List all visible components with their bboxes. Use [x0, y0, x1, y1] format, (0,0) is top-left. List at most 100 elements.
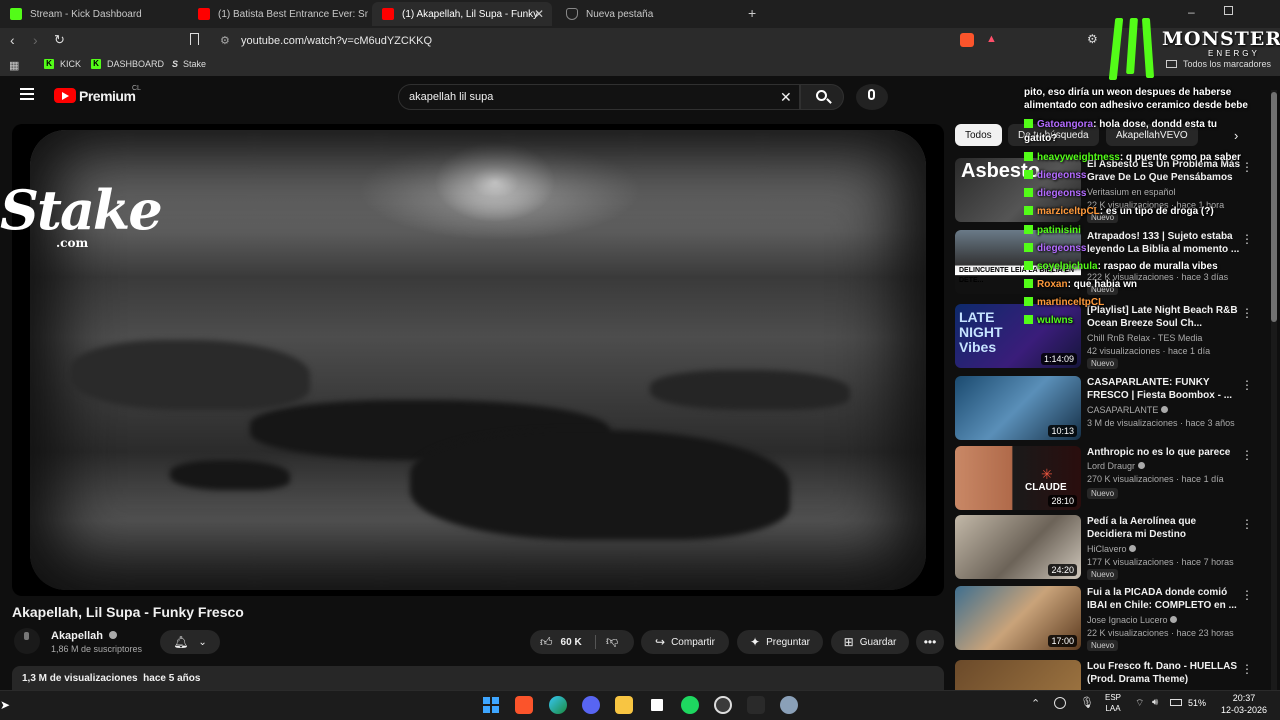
youtube-favicon-icon: [198, 8, 210, 20]
settings-gear-icon[interactable]: [780, 696, 798, 714]
clear-search-icon[interactable]: ✕: [780, 89, 792, 106]
rec-meta: 42 visualizaciones · hace 1 día: [1087, 346, 1211, 356]
file-explorer-icon[interactable]: [615, 696, 633, 714]
bookmark-icon[interactable]: [190, 33, 199, 45]
obs-icon[interactable]: [714, 696, 732, 714]
voice-search-button[interactable]: [856, 84, 888, 110]
chip-all[interactable]: Todos: [955, 124, 1002, 146]
more-vertical-icon[interactable]: ⋮: [1241, 306, 1253, 320]
rec-channel-text: HiClavero: [1087, 544, 1127, 554]
notifications-button[interactable]: 🔔︎ ⌄: [160, 630, 220, 654]
channel-avatar[interactable]: [14, 628, 40, 654]
apps-grid-icon[interactable]: ▦: [9, 59, 19, 72]
monster-claw-logo: [1104, 16, 1160, 80]
recommendation-item[interactable]: 24:20 Pedí a la Aerolínea que Decidiera …: [955, 515, 1267, 580]
battery-icon[interactable]: [1170, 699, 1182, 706]
recommendation-item[interactable]: Lou Fresco ft. Dano - HUELLAS (Prod. Dra…: [955, 660, 1267, 690]
chat-line: heavyweightness: q puente como pa saber: [1024, 152, 1241, 164]
site-settings-icon[interactable]: ⚙: [220, 34, 230, 47]
all-bookmarks[interactable]: Todos los marcadores: [1166, 59, 1271, 69]
rec-meta: 270 K visualizaciones · hace 1 día: [1087, 474, 1224, 484]
youtube-logo-icon[interactable]: [54, 88, 76, 103]
more-vertical-icon[interactable]: ⋮: [1241, 232, 1253, 246]
recommendation-item[interactable]: 17:00 Fui a la PICADA donde comió IBAI e…: [955, 586, 1267, 651]
chat-text: pito, eso diría un weon despues de haber…: [1024, 87, 1232, 98]
bookmark-dashboard[interactable]: K DASHBOARD: [91, 59, 164, 69]
reload-icon[interactable]: ↻: [54, 32, 65, 48]
extensions-icon[interactable]: ⚙: [1087, 32, 1098, 46]
kick-badge-icon: [1024, 152, 1033, 161]
tab-batista[interactable]: (1) Batista Best Entrance Ever: Smackd: [188, 2, 368, 26]
more-vertical-icon[interactable]: ⋮: [1241, 448, 1253, 462]
save-button[interactable]: ⊞ Guardar: [831, 630, 909, 654]
stake-logo: Stake .com: [0, 180, 163, 250]
maximize-icon[interactable]: [1224, 6, 1233, 15]
chat-line: gatito?: [1024, 133, 1057, 145]
language-indicator[interactable]: ESP LAA: [1102, 692, 1124, 714]
bookmark-kick[interactable]: K KICK: [44, 59, 81, 69]
scrollbar-thumb[interactable]: [1271, 92, 1277, 322]
tab-new[interactable]: Nueva pestaña: [556, 2, 736, 26]
more-actions-button[interactable]: •••: [916, 630, 944, 654]
edge-browser-icon[interactable]: [549, 696, 567, 714]
address-bar[interactable]: ⚙ youtube.com/watch?v=cM6udYZCKKQ: [212, 30, 1008, 52]
more-vertical-icon[interactable]: ⋮: [1241, 160, 1253, 174]
recommendation-item[interactable]: 10:13 CASAPARLANTE: FUNKY FRESCO | Fiest…: [955, 376, 1267, 440]
recommendation-item[interactable]: LATE NIGHT Vibes 1:14:09 [Playlist] Late…: [955, 304, 1267, 369]
taskbar-clock[interactable]: 20:37 12-03-2026: [1214, 692, 1274, 716]
duration-label: 28:10: [1048, 495, 1077, 507]
minimize-icon[interactable]: –: [1188, 5, 1195, 19]
chat-line: soyelpichula: raspao de muralla vibes: [1024, 261, 1218, 273]
chat-user: diegeonss: [1037, 170, 1087, 181]
spotify-icon[interactable]: [681, 696, 699, 714]
chevron-up-icon[interactable]: ⌃: [1031, 697, 1040, 710]
app-icon[interactable]: [747, 696, 765, 714]
chat-user: martinceltpCL: [1037, 297, 1105, 308]
kick-badge-icon: [1024, 279, 1033, 288]
start-pane: [492, 706, 499, 713]
chat-user: Gatoangora: [1037, 119, 1094, 130]
more-vertical-icon[interactable]: ⋮: [1241, 517, 1253, 531]
kick-badge-icon: [1024, 119, 1033, 128]
rec-title: Lou Fresco ft. Dano - HUELLAS (Prod. Dra…: [1087, 661, 1237, 685]
discord-icon[interactable]: [582, 696, 600, 714]
menu-icon[interactable]: [20, 88, 34, 100]
share-button[interactable]: ↪ Compartir: [641, 630, 729, 654]
like-button[interactable]: 👍︎ 60 K: [540, 635, 582, 650]
rec-title: Pedí a la Aerolínea que Decidiera mi Des…: [1087, 516, 1197, 540]
more-vertical-icon[interactable]: ⋮: [1241, 378, 1253, 392]
chat-user: patinisini: [1037, 225, 1081, 236]
recommendation-item[interactable]: ✳ CLAUDE 28:10 Anthropic no es lo que pa…: [955, 446, 1267, 510]
rock-shape: [70, 340, 310, 410]
thumbs-down-icon[interactable]: 👎︎: [606, 634, 618, 649]
new-tab-plus-icon[interactable]: +: [748, 5, 756, 21]
more-vertical-icon[interactable]: ⋮: [1241, 662, 1253, 676]
claw-stroke: [1108, 18, 1124, 80]
wifi-icon[interactable]: ⌔: [1135, 697, 1144, 710]
close-tab-icon[interactable]: ✕: [534, 7, 544, 21]
windows-start-icon[interactable]: [482, 696, 500, 714]
tab-kick-dashboard[interactable]: Stream - Kick Dashboard: [0, 2, 192, 26]
tab-akapellah[interactable]: (1) Akapellah, Lil Supa - Funky ✕: [372, 2, 552, 26]
forward-icon[interactable]: ›: [33, 32, 38, 48]
verified-icon: [109, 631, 118, 639]
clock-date: 12-03-2026: [1220, 705, 1268, 715]
chat-text: : raspao de muralla vibes: [1097, 261, 1218, 272]
more-vertical-icon[interactable]: ⋮: [1241, 588, 1253, 602]
search-input[interactable]: akapellah lil supa ✕: [398, 84, 800, 110]
bookmark-stake[interactable]: S Stake: [172, 59, 206, 69]
kick-badge-icon: [1024, 297, 1033, 306]
channel-name[interactable]: Akapellah: [51, 630, 118, 642]
description-box[interactable]: 1,3 M de visualizaciones hace 5 años: [12, 666, 944, 690]
media-player-icon[interactable]: [648, 696, 666, 714]
chat-user: soyelpichula: [1037, 261, 1098, 272]
volume-icon[interactable]: 🔊︎: [1152, 697, 1158, 708]
search-button[interactable]: [800, 84, 844, 110]
avatar-figure: [24, 632, 29, 640]
tray-app-icon[interactable]: [1054, 697, 1066, 709]
brave-browser-icon[interactable]: [515, 696, 533, 714]
back-icon[interactable]: ‹: [10, 32, 15, 48]
mic-tray-icon[interactable]: 🎙︎: [1080, 696, 1094, 709]
ask-button[interactable]: ✦ Preguntar: [737, 630, 823, 654]
chips-next-icon[interactable]: ›: [1234, 128, 1238, 143]
